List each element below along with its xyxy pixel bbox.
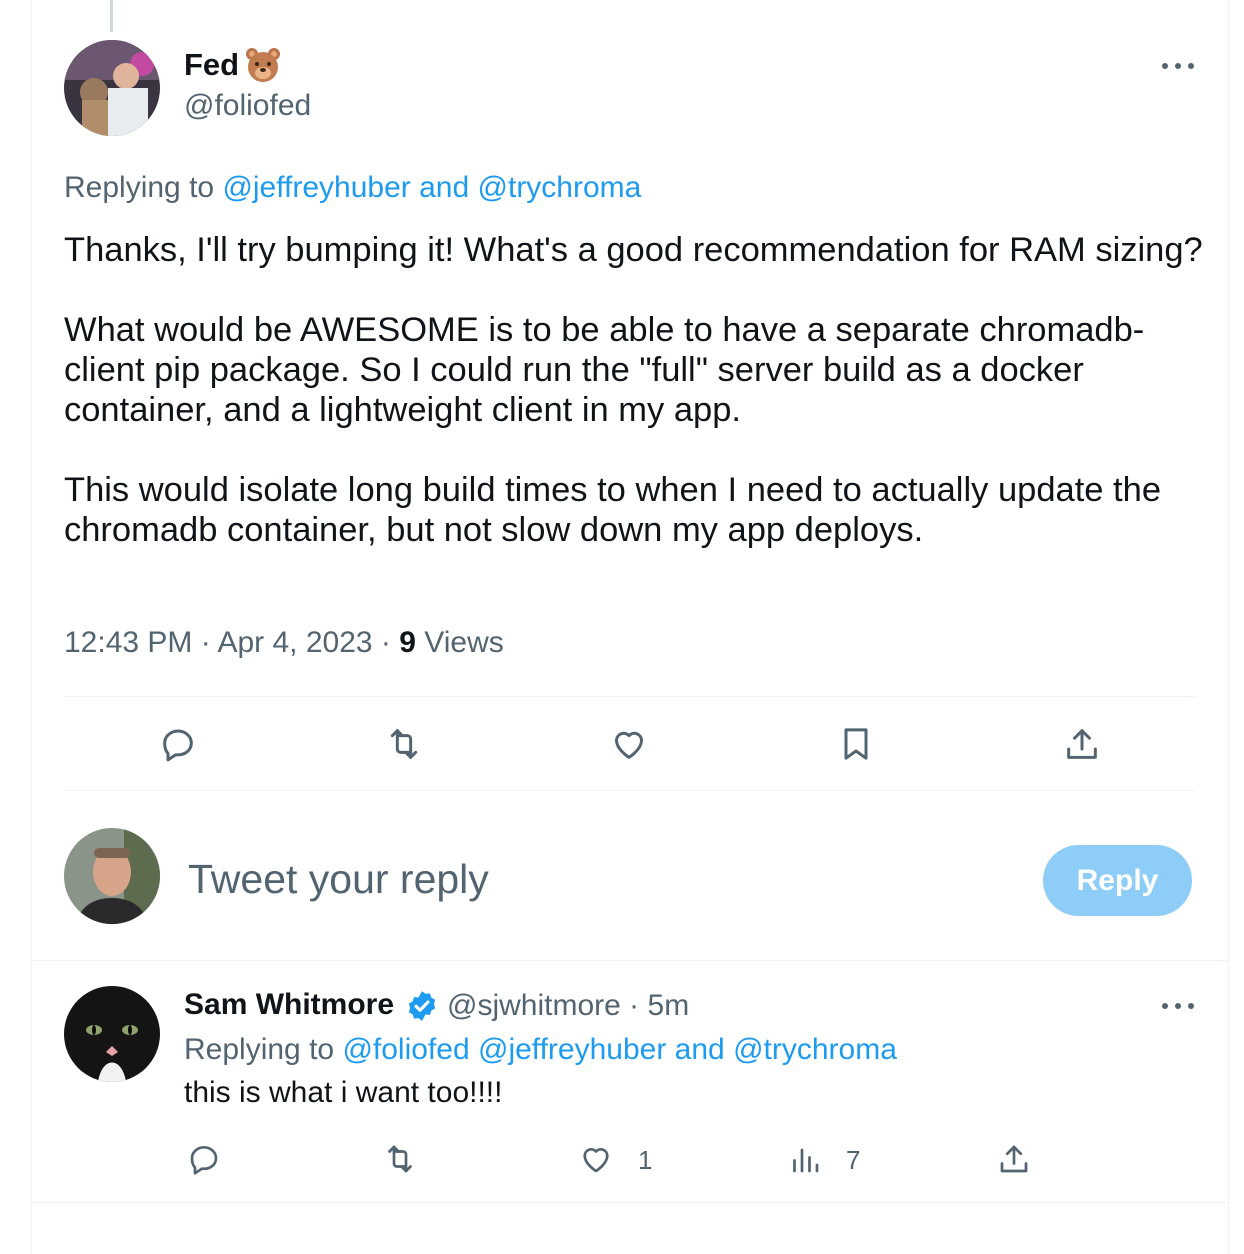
mention-link[interactable]: @jeffreyhuber: [478, 1033, 666, 1066]
divider: [32, 1202, 1228, 1203]
like-icon[interactable]: [609, 724, 649, 764]
replying-prefix: Replying to: [64, 171, 215, 204]
retweet-icon[interactable]: [384, 724, 424, 764]
share-icon[interactable]: [1062, 724, 1102, 764]
verified-badge-icon[interactable]: [405, 989, 439, 1023]
like-count: 1: [638, 1145, 653, 1175]
reply-author-name[interactable]: Sam Whitmore: [184, 988, 394, 1022]
mention-link[interactable]: @trychroma: [733, 1033, 897, 1066]
reply-author-avatar[interactable]: [64, 986, 160, 1082]
thread-connector-line: [110, 0, 113, 32]
replying-to-line: Replying to @jeffreyhuber and @trychroma: [64, 171, 641, 205]
mention-link[interactable]: @jeffreyhuber: [222, 171, 410, 204]
mention-link[interactable]: @foliofed: [342, 1033, 469, 1066]
more-options-icon[interactable]: [1158, 56, 1198, 76]
reply-author-handle[interactable]: @sjwhitmore: [447, 989, 621, 1022]
replying-prefix: Replying to: [184, 1033, 335, 1066]
author-avatar[interactable]: [64, 40, 160, 136]
reply-input[interactable]: Tweet your reply: [188, 856, 489, 903]
tweet-paragraph: This would isolate long build times to w…: [64, 471, 1162, 549]
author-name[interactable]: Fed: [184, 47, 239, 83]
reply-replying-to-line: Replying to @foliofed @jeffreyhuber and …: [184, 1033, 897, 1067]
tweet-time[interactable]: 12:43 PM: [64, 626, 192, 659]
meta-separator: ·: [629, 989, 640, 1022]
views-icon[interactable]: [787, 1141, 823, 1177]
replying-and[interactable]: and: [419, 171, 469, 204]
mention-link[interactable]: @trychroma: [478, 171, 642, 204]
reply-like-icon[interactable]: [578, 1141, 614, 1177]
tweet-paragraph: What would be AWESOME is to be able to h…: [64, 311, 1145, 429]
reply-icon[interactable]: [158, 724, 198, 764]
tweet-paragraph: Thanks, I'll try bumping it! What's a go…: [64, 231, 1203, 269]
reply-button[interactable]: Reply: [1043, 845, 1192, 916]
tweet-body: Thanks, I'll try bumping it! What's a go…: [64, 230, 1204, 550]
views-label: Views: [424, 626, 504, 659]
reply-retweet-icon[interactable]: [382, 1141, 418, 1177]
views-count: 9: [399, 626, 416, 659]
reply-share-icon[interactable]: [996, 1141, 1032, 1177]
author-handle[interactable]: @foliofed: [184, 89, 311, 123]
current-user-avatar[interactable]: [64, 828, 160, 924]
reply-time-ago[interactable]: 5m: [648, 989, 690, 1022]
divider: [32, 960, 1228, 961]
tweet-meta: 12:43 PM · Apr 4, 2023 · 9 Views: [64, 626, 504, 660]
divider: [64, 696, 1196, 697]
reply-body: this is what i want too!!!!: [184, 1076, 503, 1109]
replying-and[interactable]: and: [675, 1033, 725, 1066]
tweet-date[interactable]: Apr 4, 2023: [217, 626, 372, 659]
divider: [64, 790, 1196, 791]
reply-meta: @sjwhitmore · 5m: [447, 989, 689, 1023]
page: Fed @foliofed Replying to @jeffreyhuber …: [0, 0, 1244, 1254]
reply-reply-icon[interactable]: [186, 1141, 222, 1177]
views-count: 7: [846, 1145, 861, 1175]
meta-separator: ·: [200, 626, 211, 659]
meta-separator: ·: [380, 626, 391, 659]
reply-more-options-icon[interactable]: [1158, 996, 1198, 1016]
bookmark-icon[interactable]: [836, 724, 876, 764]
bear-face-emoji-icon: [244, 46, 282, 84]
